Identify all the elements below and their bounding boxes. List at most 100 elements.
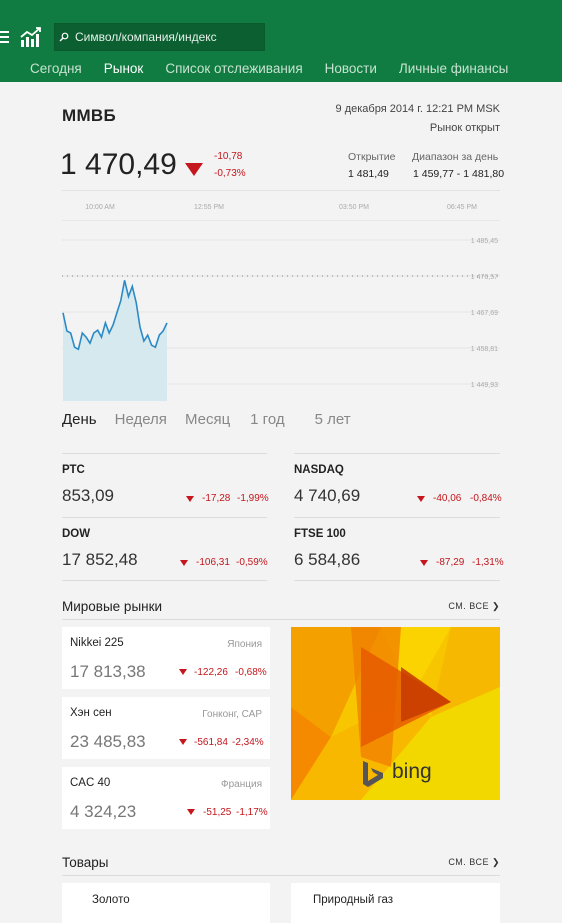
index-name: NASDAQ bbox=[294, 464, 344, 476]
market-region: Гонконг, САР bbox=[202, 709, 262, 720]
down-arrow-icon bbox=[185, 163, 203, 176]
tab-personal-finance[interactable]: Личные финансы bbox=[399, 61, 508, 79]
search-box[interactable] bbox=[54, 23, 265, 51]
search-icon bbox=[59, 32, 69, 42]
x-tick-label: 10:00 AM bbox=[85, 204, 115, 211]
commodities-see-all-link[interactable]: СМ. ВСЕ ❯ bbox=[448, 857, 500, 868]
main-nav: Сегодня Рынок Список отслеживания Новост… bbox=[30, 61, 530, 79]
divider bbox=[62, 517, 267, 518]
finance-app-logo-icon[interactable] bbox=[20, 26, 42, 48]
index-value: 4 740,69 bbox=[294, 486, 361, 505]
down-arrow-icon bbox=[187, 809, 195, 815]
down-arrow-icon bbox=[417, 496, 425, 502]
market-change-percent: -2,34% bbox=[232, 737, 264, 748]
divider bbox=[62, 453, 267, 454]
hamburger-menu-icon[interactable] bbox=[0, 31, 9, 43]
commodity-card-natural-gas[interactable]: Природный газ bbox=[291, 883, 500, 923]
market-value: 23 485,83 bbox=[70, 732, 146, 751]
index-name: DOW bbox=[62, 528, 91, 540]
y-tick-label: 1 476,57 bbox=[471, 274, 498, 281]
search-input[interactable] bbox=[75, 30, 255, 44]
range-tab-week[interactable]: Неделя bbox=[115, 411, 167, 428]
market-change-percent: -0,68% bbox=[235, 667, 267, 678]
world-markets-title: Мировые рынки bbox=[62, 599, 163, 614]
day-range-high: 1 481,80 bbox=[463, 168, 505, 180]
index-change: -17,28 bbox=[202, 493, 231, 504]
intraday-chart[interactable]: 1 485,45 1 476,57 1 467,69 1 458,81 1 449,93… bbox=[62, 190, 500, 402]
y-tick-label: 1 467,69 bbox=[471, 310, 498, 317]
commodity-name: Природный газ bbox=[313, 894, 394, 906]
index-change: -40,06 bbox=[433, 493, 462, 504]
day-range-low: 1 459,77 bbox=[413, 168, 454, 180]
index-change: -87,29 bbox=[436, 557, 465, 568]
divider bbox=[62, 619, 500, 620]
market-value: 4 324,23 bbox=[70, 802, 137, 821]
commodity-name: Золото bbox=[92, 894, 130, 906]
world-market-card-nikkei[interactable]: Nikkei 225 Япония 17 813,38 -122,26 -0,6… bbox=[62, 627, 270, 689]
x-tick-label: 12:55 PM bbox=[194, 204, 224, 211]
open-label: Открытие bbox=[348, 151, 396, 163]
index-change-percent: -1,99% bbox=[237, 493, 269, 504]
world-market-card-hang-seng[interactable]: Хэн сен Гонконг, САР 23 485,83 -561,84 -… bbox=[62, 697, 270, 759]
bing-logo-text: bing bbox=[392, 760, 432, 783]
market-name: CAC 40 bbox=[70, 777, 111, 789]
market-change-percent: -1,17% bbox=[236, 807, 268, 818]
index-value: 853,09 bbox=[62, 486, 114, 505]
day-range-label: Диапазон за день bbox=[412, 151, 499, 163]
day-range-value: 1 459,77 - 1 481,80 bbox=[413, 168, 504, 180]
chart-area-fill bbox=[63, 280, 167, 401]
down-arrow-icon bbox=[179, 669, 187, 675]
x-tick-label: 06:45 PM bbox=[447, 204, 477, 211]
index-change-percent: -0,84% bbox=[470, 493, 502, 504]
current-price: 1 470,49 bbox=[60, 148, 177, 181]
divider bbox=[62, 875, 500, 876]
price-change: -10,78 bbox=[214, 151, 243, 162]
range-tab-5years[interactable]: 5 лет bbox=[315, 411, 351, 428]
market-value: 17 813,38 bbox=[70, 662, 146, 681]
tab-market[interactable]: Рынок bbox=[104, 61, 144, 79]
quote-timestamp: 9 декабря 2014 г. 12:21 PM MSK bbox=[335, 103, 500, 115]
y-tick-label: 1 449,93 bbox=[471, 382, 498, 389]
market-region: Япония bbox=[227, 639, 262, 650]
divider bbox=[294, 517, 500, 518]
intraday-chart-svg: 1 485,45 1 476,57 1 467,69 1 458,81 1 449,93… bbox=[62, 190, 500, 401]
divider bbox=[294, 453, 500, 454]
commodity-card-gold[interactable]: Золото bbox=[62, 883, 270, 923]
down-arrow-icon bbox=[180, 560, 188, 566]
y-tick-label: 1 485,45 bbox=[471, 238, 498, 245]
divider bbox=[62, 580, 267, 581]
index-name: FTSE 100 bbox=[294, 528, 346, 540]
index-change-percent: -0,59% bbox=[236, 557, 268, 568]
market-change: -122,26 bbox=[194, 667, 228, 678]
range-tabs: День Неделя Месяц 1 год 5 лет bbox=[62, 411, 369, 428]
world-markets-see-all-link[interactable]: СМ. ВСЕ ❯ bbox=[448, 601, 500, 612]
index-name: РТС bbox=[62, 464, 85, 476]
commodities-title: Товары bbox=[62, 855, 109, 870]
market-change: -51,25 bbox=[203, 807, 232, 818]
x-tick-label: 03:50 PM bbox=[339, 204, 369, 211]
index-value: 17 852,48 bbox=[62, 550, 138, 569]
day-range-separator: - bbox=[456, 168, 461, 180]
down-arrow-icon bbox=[179, 739, 187, 745]
tab-news[interactable]: Новости bbox=[325, 61, 377, 79]
top-bar: Сегодня Рынок Список отслеживания Новост… bbox=[0, 0, 562, 82]
index-change-percent: -1,31% bbox=[472, 557, 504, 568]
market-name: Nikkei 225 bbox=[70, 637, 124, 649]
range-tab-year[interactable]: 1 год bbox=[250, 411, 284, 428]
down-arrow-icon bbox=[420, 560, 428, 566]
y-tick-label: 1 458,81 bbox=[471, 346, 498, 353]
range-tab-day[interactable]: День bbox=[62, 411, 97, 428]
tab-watchlist[interactable]: Список отслеживания bbox=[165, 61, 302, 79]
index-value: 6 584,86 bbox=[294, 550, 361, 569]
tab-today[interactable]: Сегодня bbox=[30, 61, 82, 79]
market-change: -561,84 bbox=[194, 737, 228, 748]
world-market-card-cac40[interactable]: CAC 40 Франция 4 324,23 -51,25 -1,17% bbox=[62, 767, 270, 829]
index-title: ММВБ bbox=[62, 106, 117, 125]
market-name: Хэн сен bbox=[70, 707, 112, 719]
price-change-percent: -0,73% bbox=[214, 168, 246, 179]
divider bbox=[294, 580, 500, 581]
bing-logo-icon bbox=[363, 761, 383, 787]
down-arrow-icon bbox=[186, 496, 194, 502]
range-tab-month[interactable]: Месяц bbox=[185, 411, 230, 428]
market-status: Рынок открыт bbox=[429, 122, 500, 134]
